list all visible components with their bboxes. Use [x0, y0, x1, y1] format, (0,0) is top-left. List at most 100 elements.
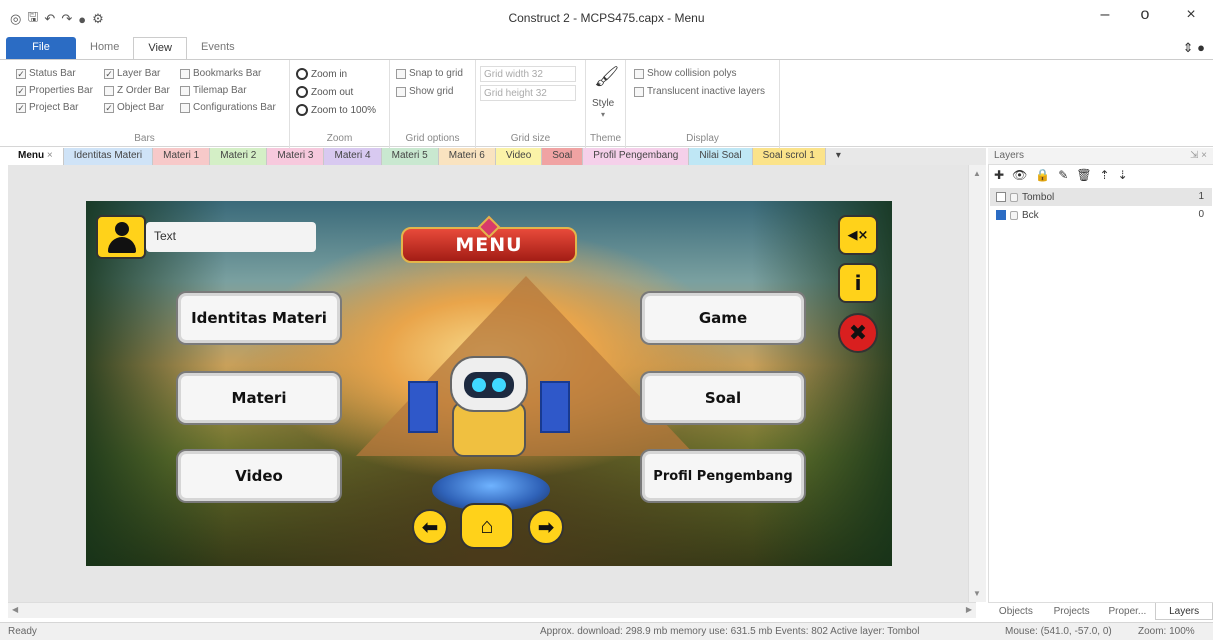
minimize-button[interactable]: – — [1090, 6, 1120, 24]
doc-tab-materi-2[interactable]: Materi 2 — [210, 148, 268, 165]
status-ready: Ready — [8, 626, 37, 637]
scroll-left-icon[interactable]: ◀ — [12, 605, 18, 614]
group-label-grid-options: Grid options — [405, 133, 460, 144]
mute-icon[interactable]: ◀× — [838, 215, 878, 255]
soal-button[interactable]: Soal — [642, 373, 804, 423]
visibility-icon[interactable]: 👁 — [1012, 168, 1027, 182]
checkbox-object-bar[interactable]: ✓ Object Bar — [104, 102, 164, 113]
checkbox-configurations-bar[interactable]: Configurations Bar — [180, 102, 276, 113]
ribbon-options[interactable]: ⇕ ● — [1183, 40, 1205, 56]
panel-tab-objects[interactable]: Objects — [988, 603, 1044, 620]
game-layout[interactable]: Text MENU Identitas Materi Materi Video … — [86, 201, 892, 566]
zoom-out-button[interactable]: Zoom out — [296, 86, 353, 98]
materi-button[interactable]: Materi — [178, 373, 340, 423]
arrow-left-icon[interactable]: ⬅ — [412, 509, 448, 545]
arrow-right-icon[interactable]: ➡ — [528, 509, 564, 545]
lock-icon[interactable]: 🔒 — [1035, 168, 1050, 182]
checkbox-layer-bar[interactable]: ✓ Layer Bar — [104, 68, 160, 79]
ribbon-group-theme: 🖌 Style ▾ Theme — [586, 60, 626, 148]
robot-solar-panel-left — [408, 381, 438, 433]
close-button[interactable]: × — [1176, 6, 1206, 24]
doc-tab-nilai-soal[interactable]: Nilai Soal — [689, 148, 753, 165]
panel-tab-layers[interactable]: Layers — [1155, 603, 1213, 620]
doc-tab-menu[interactable]: Menu × — [8, 148, 64, 165]
collapse-ribbon-icon[interactable]: ⇕ — [1183, 40, 1194, 55]
layer-visible-checkbox[interactable] — [996, 210, 1006, 220]
close-tab-icon[interactable]: × — [47, 150, 53, 161]
panel-tab-projects[interactable]: Projects — [1044, 603, 1100, 620]
layers-toolbar: ✚ 👁 🔒 ✎ 🗑 ⇡ ⇣ — [994, 168, 1128, 182]
scroll-up-icon[interactable]: ▲ — [973, 169, 981, 178]
doc-tab-materi-6[interactable]: Materi 6 — [438, 148, 496, 165]
tabs-overflow-icon[interactable]: ▾ — [825, 148, 851, 165]
profil-pengembang-button[interactable]: Profil Pengembang — [642, 451, 804, 501]
scroll-down-icon[interactable]: ▼ — [973, 589, 981, 598]
layer-row-tombol[interactable]: Tombol 1 — [990, 188, 1212, 206]
tab-view[interactable]: View — [133, 37, 187, 59]
help-icon[interactable]: ● — [1197, 40, 1205, 55]
panel-tab-properties[interactable]: Proper... — [1100, 603, 1156, 620]
video-button[interactable]: Video — [178, 451, 340, 501]
tab-home[interactable]: Home — [76, 37, 133, 59]
vertical-scrollbar[interactable]: ▲ ▼ — [968, 165, 986, 602]
close-icon[interactable]: ✖ — [838, 313, 878, 353]
style-dropdown-icon[interactable]: ▾ — [601, 110, 605, 119]
doc-tab-materi-4[interactable]: Materi 4 — [324, 148, 382, 165]
checkbox-show-grid[interactable]: Show grid — [396, 86, 453, 97]
checkbox-tilemap-bar[interactable]: Tilemap Bar — [180, 85, 247, 96]
doc-tab-materi-5[interactable]: Materi 5 — [381, 148, 439, 165]
doc-tab-soal[interactable]: Soal — [542, 148, 584, 165]
checkbox-z-order-bar[interactable]: Z Order Bar — [104, 85, 170, 96]
horizontal-scrollbar[interactable]: ◀ ▶ — [8, 602, 976, 618]
layer-lock-icon[interactable] — [1010, 192, 1018, 202]
layer-visible-checkbox[interactable] — [996, 192, 1006, 202]
game-button[interactable]: Game — [642, 293, 804, 343]
move-down-icon[interactable]: ⇣ — [1118, 168, 1128, 182]
scroll-right-icon[interactable]: ▶ — [966, 605, 972, 614]
doc-tab-materi-3[interactable]: Materi 3 — [267, 148, 325, 165]
player-name-text[interactable]: Text — [146, 222, 316, 252]
layer-row-bck[interactable]: Bck 0 — [990, 206, 1212, 224]
zoom-in-button[interactable]: Zoom in — [296, 68, 347, 80]
menu-title-banner[interactable]: MENU — [401, 215, 577, 271]
ribbon-group-zoom: Zoom in Zoom out Zoom to 100% Zoom — [290, 60, 390, 148]
paint-brush-icon[interactable]: 🖌 — [594, 64, 619, 89]
user-avatar-icon[interactable] — [96, 215, 146, 259]
doc-tab-video[interactable]: Video — [495, 148, 543, 165]
layer-name: Tombol — [1022, 191, 1055, 203]
restore-button[interactable]: o — [1130, 6, 1160, 24]
zoom-100-button[interactable]: Zoom to 100% — [296, 104, 376, 116]
document-tabs: Menu × Identitas Materi Materi 1 Materi … — [8, 148, 986, 165]
checkbox-properties-bar[interactable]: ✓ Properties Bar — [16, 85, 93, 96]
grid-height-field[interactable]: Grid height 32 — [480, 85, 576, 101]
checkbox-snap-to-grid[interactable]: Snap to grid — [396, 68, 463, 79]
group-label-display: Display — [686, 133, 719, 144]
status-bar: Ready Approx. download: 298.9 mb memory … — [0, 622, 1213, 640]
panel-tabs: Objects Projects Proper... Layers — [988, 602, 1213, 620]
doc-tab-soal-scrol-1[interactable]: Soal scrol 1 — [752, 148, 826, 165]
checkbox-show-collision-polys[interactable]: Show collision polys — [634, 68, 737, 79]
grid-width-field[interactable]: Grid width 32 — [480, 66, 576, 82]
identitas-materi-button[interactable]: Identitas Materi — [178, 293, 340, 343]
ribbon-group-grid-options: Snap to grid Show grid Grid options — [390, 60, 476, 148]
home-icon[interactable]: ⌂ — [460, 503, 514, 549]
doc-tab-materi-1[interactable]: Materi 1 — [153, 148, 211, 165]
add-layer-icon[interactable]: ✚ — [994, 168, 1004, 182]
tab-file[interactable]: File — [6, 37, 76, 59]
doc-tab-identitas-materi[interactable]: Identitas Materi — [63, 148, 154, 165]
pin-close-icon[interactable]: ⇲ × — [1190, 150, 1207, 161]
delete-icon[interactable]: 🗑 — [1076, 168, 1091, 182]
checkbox-bookmarks-bar[interactable]: Bookmarks Bar — [180, 68, 261, 79]
layer-lock-icon[interactable] — [1010, 210, 1018, 220]
checkbox-status-bar[interactable]: ✓ Status Bar — [16, 68, 76, 79]
tab-events[interactable]: Events — [187, 37, 249, 59]
checkbox-translucent-inactive-layers[interactable]: Translucent inactive layers — [634, 86, 765, 97]
layer-index: 0 — [1198, 209, 1204, 220]
edit-icon[interactable]: ✎ — [1058, 168, 1068, 182]
checkbox-project-bar[interactable]: ✓ Project Bar — [16, 102, 78, 113]
move-up-icon[interactable]: ⇡ — [1100, 168, 1110, 182]
info-icon[interactable]: i — [838, 263, 878, 303]
window-title: Construct 2 - MCPS475.capx - Menu — [508, 11, 705, 25]
style-button[interactable]: Style — [592, 98, 614, 109]
doc-tab-profil-pengembang[interactable]: Profil Pengembang — [583, 148, 690, 165]
